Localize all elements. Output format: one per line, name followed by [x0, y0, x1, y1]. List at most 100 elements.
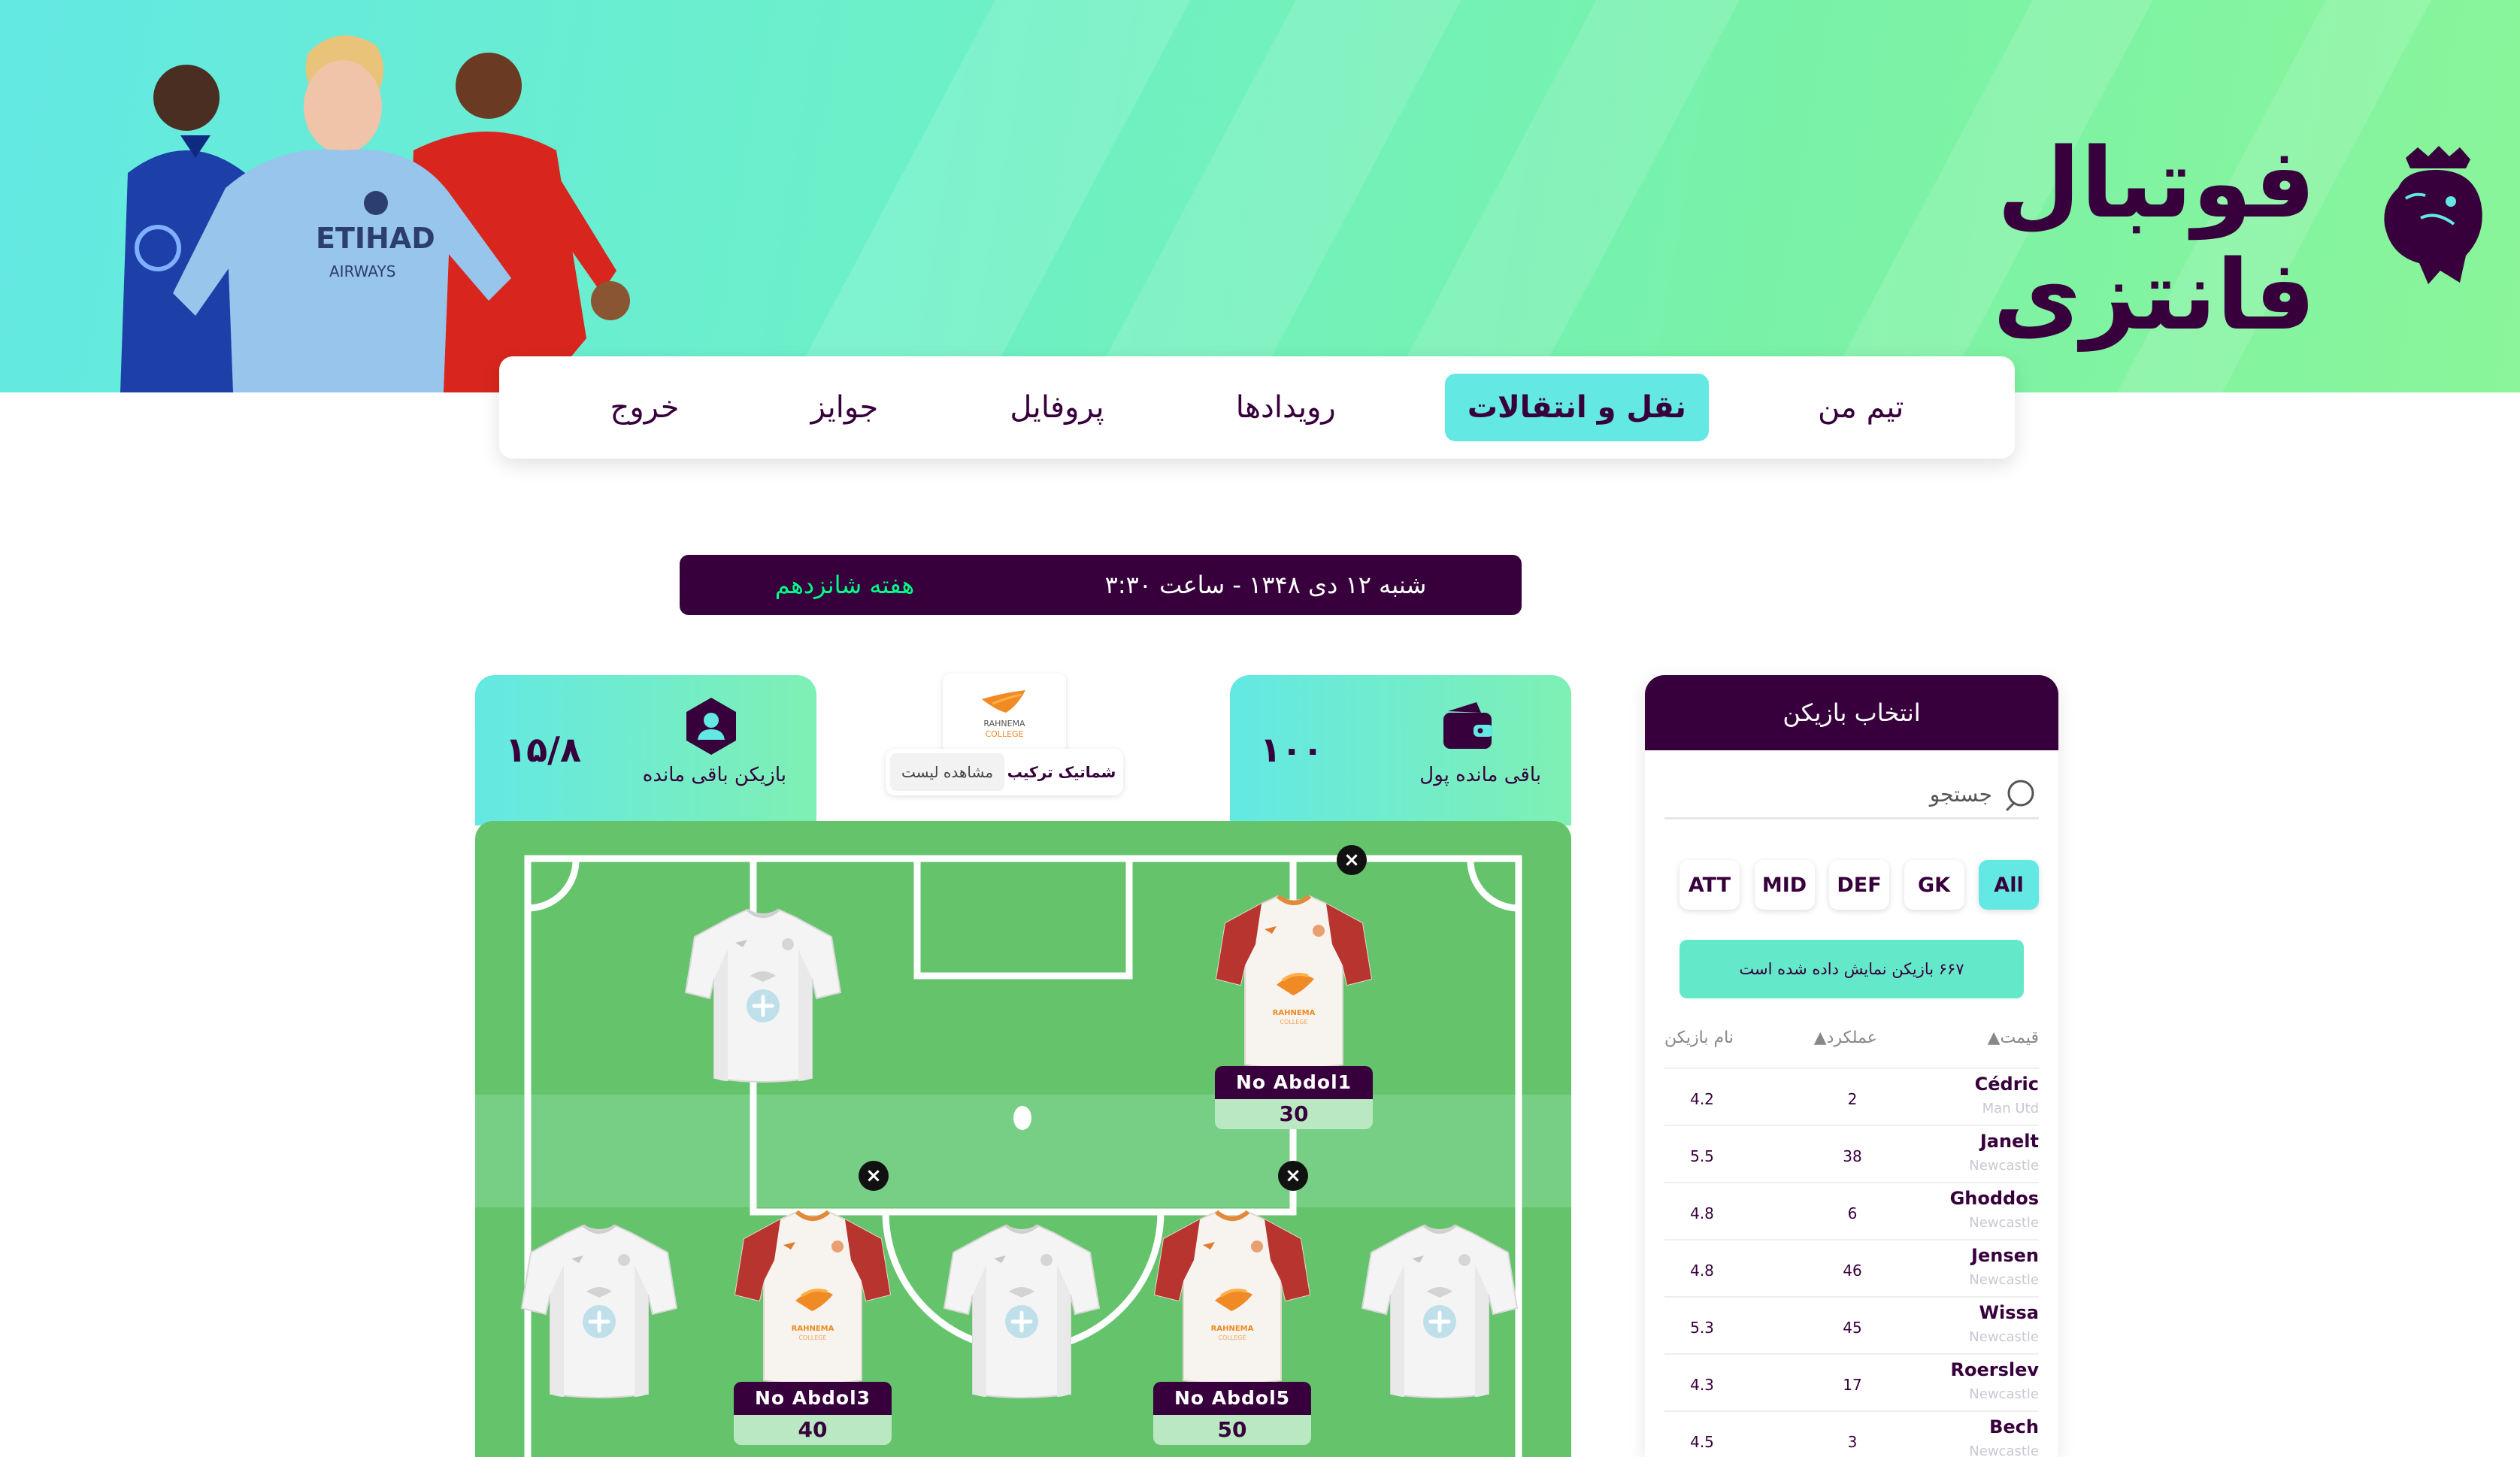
row-player-score: 3: [1847, 1433, 1858, 1451]
budget-label: باقی مانده پول: [1419, 764, 1541, 786]
row-player-name: Ghoddos: [1949, 1188, 2039, 1209]
logo-text-2: COLLEGE: [985, 729, 1023, 739]
col-name[interactable]: نام بازیکن: [1664, 1028, 1734, 1059]
player-select-panel: انتخاب بازیکن All GK DEF MID ATT ۶۶۷ باز…: [1645, 675, 2058, 1457]
player-shirt: [1153, 1206, 1311, 1386]
table-row[interactable]: Jensen Newcastle 46 4.8: [1664, 1239, 2039, 1296]
row-player-price: 4.8: [1690, 1204, 1714, 1222]
view-toggle: شماتیک ترکیب مشاهده لیست: [886, 749, 1123, 795]
player-score: 50: [1153, 1415, 1311, 1445]
filter-all[interactable]: All: [1979, 860, 2039, 910]
empty-slot[interactable]: [943, 1219, 1101, 1400]
player-score: 40: [734, 1415, 892, 1445]
main-nav: تیم من نقل و انتقالات رویدادها پروفایل ج…: [499, 356, 2015, 459]
row-player-score: 17: [1843, 1376, 1862, 1394]
empty-shirt: [1361, 1219, 1519, 1400]
header-banner: ETIHAD AIRWAYS فوتبال فانتزی: [0, 0, 2520, 392]
filter-mid[interactable]: MID: [1754, 860, 1815, 910]
remove-player-button[interactable]: ×: [1278, 1161, 1308, 1191]
row-player-club: Newcastle: [1969, 1215, 2039, 1231]
empty-shirt: [520, 1219, 678, 1400]
toggle-pitch-view[interactable]: شماتیک ترکیب: [1004, 753, 1119, 791]
budget-value: ۱۰۰: [1260, 729, 1324, 770]
empty-slot[interactable]: [684, 904, 842, 1084]
result-count: ۶۶۷ بازیکن نمایش داده شده است: [1679, 940, 2024, 998]
svg-text:ETIHAD: ETIHAD: [316, 222, 435, 255]
row-player-name: Janelt: [1979, 1131, 2039, 1152]
gameweek-label: هفته شانزدهم: [774, 571, 915, 599]
player-shirt: [734, 1206, 892, 1386]
row-player-club: Newcastle: [1969, 1272, 2039, 1288]
empty-shirt: [684, 904, 842, 1084]
row-player-name: Roerslev: [1950, 1359, 2039, 1380]
row-player-price: 4.2: [1690, 1090, 1714, 1108]
players-illustration: ETIHAD AIRWAYS: [120, 35, 630, 392]
search-input[interactable]: [1707, 782, 1992, 807]
table-row[interactable]: Janelt Newcastle 38 5.5: [1664, 1125, 2039, 1182]
player-name: No Abdol5: [1153, 1382, 1311, 1415]
empty-shirt: [943, 1219, 1101, 1400]
svg-text:AIRWAYS: AIRWAYS: [329, 262, 395, 280]
logo-text-1: RAHNEMA: [983, 719, 1025, 728]
premier-league-lion-icon: [2384, 146, 2482, 284]
row-player-name: Jensen: [1971, 1245, 2039, 1266]
rahnema-logo: RAHNEMA COLLEGE: [943, 674, 1066, 753]
filter-def[interactable]: DEF: [1829, 860, 1889, 910]
players-left-label: بازیکن باقی مانده: [642, 764, 786, 786]
nav-logout[interactable]: خروج: [588, 374, 702, 441]
remove-player-button[interactable]: ×: [859, 1161, 889, 1191]
row-player-price: 4.5: [1690, 1433, 1714, 1451]
table-row[interactable]: Roerslev Newcastle 17 4.3: [1664, 1353, 2039, 1410]
player-slot[interactable]: No Abdol3 40: [734, 1206, 892, 1445]
row-player-score: 38: [1843, 1147, 1862, 1165]
col-price[interactable]: قیمت▲: [1988, 1028, 2039, 1059]
table-row[interactable]: Bech Newcastle 3 4.5: [1664, 1410, 2039, 1457]
panel-title: انتخاب بازیکن: [1645, 675, 2058, 750]
search-bar: [1664, 771, 2039, 819]
row-player-name: Wissa: [1979, 1302, 2039, 1323]
nav-transfers[interactable]: نقل و انتقالات: [1444, 374, 1709, 441]
row-player-club: Newcastle: [1969, 1158, 2039, 1174]
players-left-card: ۱۵/۸ بازیکن باقی مانده: [475, 675, 816, 825]
empty-slot[interactable]: [520, 1219, 678, 1400]
filter-att[interactable]: ATT: [1679, 860, 1740, 910]
player-slot[interactable]: No Abdol1 30: [1215, 890, 1373, 1129]
table-row[interactable]: Wissa Newcastle 45 5.3: [1664, 1296, 2039, 1353]
row-player-price: 5.5: [1690, 1147, 1714, 1165]
user-icon: [686, 698, 736, 755]
table-row[interactable]: Cédric Man Utd 2 4.2: [1664, 1068, 2039, 1125]
nav-profile[interactable]: پروفایل: [987, 374, 1126, 441]
empty-slot[interactable]: [1361, 1219, 1519, 1400]
player-shirt: [1215, 890, 1373, 1071]
player-name: No Abdol3: [734, 1382, 892, 1415]
player-list: Cédric Man Utd 2 4.2 Janelt Newcastle 38…: [1664, 1068, 2039, 1457]
search-icon: [2006, 780, 2034, 810]
nav-my-team[interactable]: تیم من: [1795, 374, 1926, 441]
players-left-value: ۱۵/۸: [505, 729, 582, 770]
filter-gk[interactable]: GK: [1904, 860, 1964, 910]
gameweek-bar: هفته شانزدهم شنبه ۱۲ دی ۱۳۴۸ - ساعت ۳:۳۰: [680, 555, 1522, 615]
col-score[interactable]: عملکرد▲: [1814, 1028, 1877, 1059]
budget-card: ۱۰۰ باقی مانده پول: [1230, 675, 1571, 825]
row-player-score: 46: [1843, 1262, 1862, 1280]
row-player-club: Man Utd: [1982, 1101, 2039, 1116]
row-player-club: Newcastle: [1969, 1443, 2039, 1457]
table-header: نام بازیکن عملکرد▲ قیمت▲: [1664, 1028, 2039, 1059]
player-slot[interactable]: No Abdol5 50: [1153, 1206, 1311, 1445]
row-player-name: Cédric: [1974, 1074, 2039, 1095]
toggle-list-view[interactable]: مشاهده لیست: [890, 753, 1004, 791]
row-player-score: 6: [1847, 1204, 1858, 1222]
nav-events[interactable]: رویدادها: [1213, 374, 1358, 441]
remove-player-button[interactable]: ×: [1337, 845, 1367, 875]
player-score: 30: [1215, 1099, 1373, 1129]
page: ETIHAD AIRWAYS فوتبال فانتزی تیم من نقل …: [0, 0, 2520, 1457]
row-player-score: 45: [1843, 1319, 1862, 1337]
wallet-icon: [1443, 702, 1493, 749]
row-player-price: 5.3: [1690, 1319, 1714, 1337]
table-row[interactable]: Ghoddos Newcastle 6 4.8: [1664, 1182, 2039, 1239]
nav-prizes[interactable]: جوایز: [789, 374, 901, 441]
position-filters: All GK DEF MID ATT: [1679, 860, 2039, 910]
app-title: فوتبال فانتزی: [1992, 128, 2316, 352]
row-player-score: 2: [1847, 1090, 1858, 1108]
row-player-club: Newcastle: [1969, 1329, 2039, 1345]
